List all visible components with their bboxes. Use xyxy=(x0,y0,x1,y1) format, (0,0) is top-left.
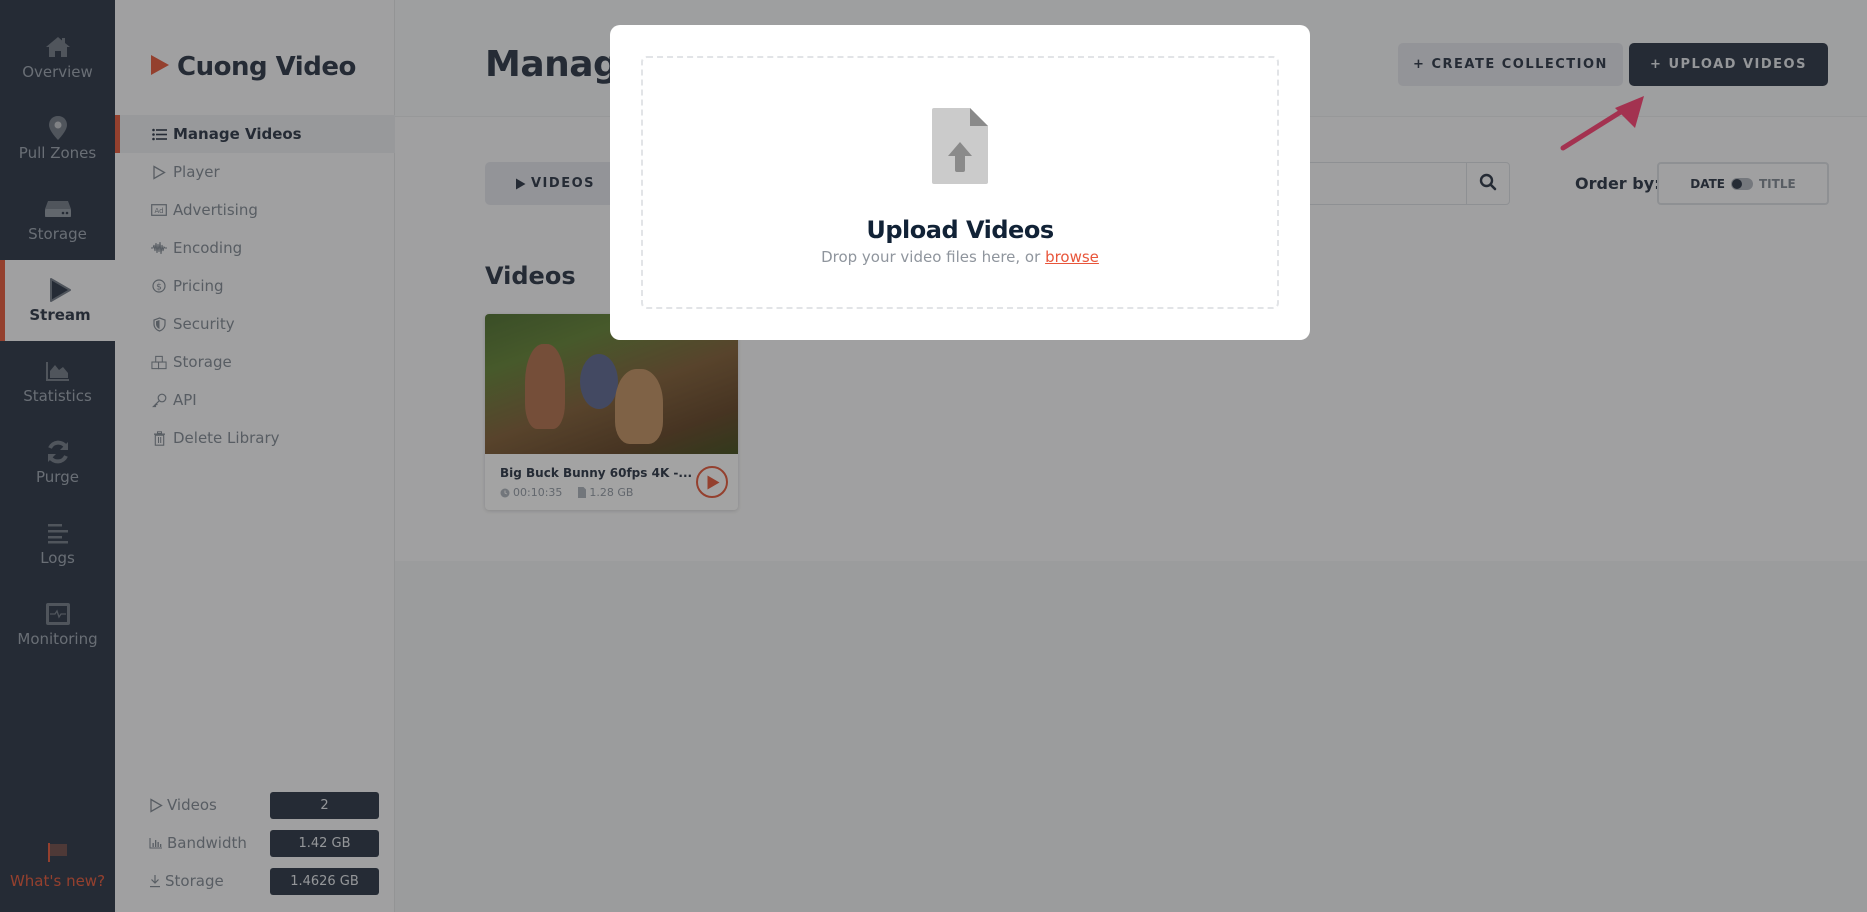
modal-subtitle: Drop your video files here, or browse xyxy=(821,248,1099,266)
file-upload-icon xyxy=(932,108,988,188)
dropzone-hint: Drop your video files here, or xyxy=(821,248,1041,266)
upload-dropzone[interactable]: Upload Videos Drop your video files here… xyxy=(641,56,1279,309)
modal-title: Upload Videos xyxy=(866,216,1054,244)
upload-videos-modal: Upload Videos Drop your video files here… xyxy=(610,25,1310,340)
browse-link[interactable]: browse xyxy=(1045,248,1099,266)
